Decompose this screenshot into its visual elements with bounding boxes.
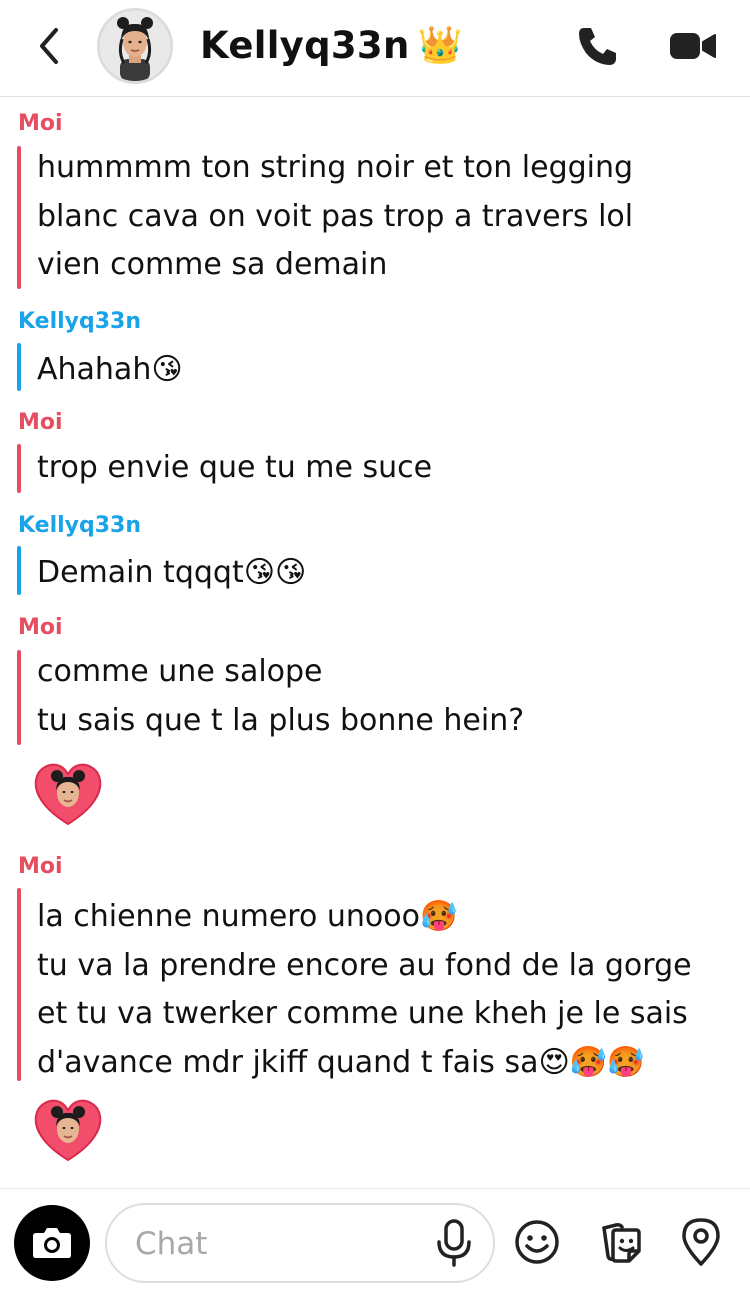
camera-icon (33, 1228, 71, 1258)
message-line: blanc cava on voit pas trop a travers lo… (37, 198, 634, 234)
avatar[interactable] (97, 8, 173, 84)
message-bar (17, 546, 21, 595)
message-bar (17, 343, 21, 391)
camera-button[interactable] (14, 1205, 90, 1281)
bitmoji-avatar-icon (100, 11, 170, 81)
chat-input-placeholder: Chat (135, 1226, 208, 1262)
message-line: tu sais que t la plus bonne hein? (37, 702, 525, 738)
message-line: trop envie que tu me suce (37, 450, 433, 485)
phone-icon[interactable] (574, 22, 622, 70)
message-bar (17, 444, 21, 493)
sender-label: Moi (18, 410, 63, 435)
bitmoji-heart-icon[interactable] (32, 1096, 104, 1164)
message-line: comme une salope (37, 654, 323, 689)
sticker-icon[interactable] (596, 1218, 644, 1266)
message-text[interactable]: comme une salope tu sais que t la plus b… (37, 648, 524, 745)
sender-label: Kellyq33n (18, 309, 142, 334)
sender-label: Moi (18, 111, 63, 136)
sender-label: Moi (18, 854, 63, 879)
message-line: d'avance mdr jkiff quand t fais sa😍🥵🥵 (37, 1044, 645, 1080)
sender-label: Moi (18, 615, 63, 640)
message-line: hummmm ton string noir et ton legging (37, 150, 634, 185)
message-line: vien comme sa demain (37, 247, 388, 282)
crown-badge: 👑 (417, 25, 463, 66)
message-text[interactable]: hummmm ton string noir et ton legging bl… (37, 144, 633, 290)
message-bar (17, 650, 21, 745)
contact-name[interactable]: Kellyq33n 👑 (200, 22, 463, 70)
message-text[interactable]: trop envie que tu me suce (37, 444, 432, 493)
chat-header: Kellyq33n 👑 (0, 0, 750, 97)
message-text[interactable]: Demain tqqqt😘😘 (37, 549, 306, 598)
message-text[interactable]: Ahahah😘 (37, 346, 183, 395)
sender-label: Kellyq33n (18, 513, 142, 538)
message-line: Ahahah😘 (37, 352, 183, 387)
message-line: la chienne numero unooo🥵 (37, 899, 458, 934)
message-text[interactable]: la chienne numero unooo🥵 tu va la prendr… (37, 893, 692, 1087)
message-bar (17, 888, 21, 1081)
bitmoji-heart-icon[interactable] (32, 760, 104, 828)
video-camera-icon[interactable] (668, 26, 718, 66)
message-line: et tu va twerker comme une kheh je le sa… (37, 996, 688, 1031)
message-line: Demain tqqqt😘😘 (37, 555, 307, 590)
smiley-icon[interactable] (514, 1219, 560, 1265)
map-pin-icon[interactable] (678, 1216, 724, 1268)
microphone-icon[interactable] (434, 1218, 474, 1268)
contact-name-text: Kellyq33n (200, 24, 410, 67)
message-bar (17, 146, 21, 289)
message-line: tu va la prendre encore au fond de la go… (37, 947, 692, 983)
chevron-left-icon[interactable] (30, 24, 70, 68)
